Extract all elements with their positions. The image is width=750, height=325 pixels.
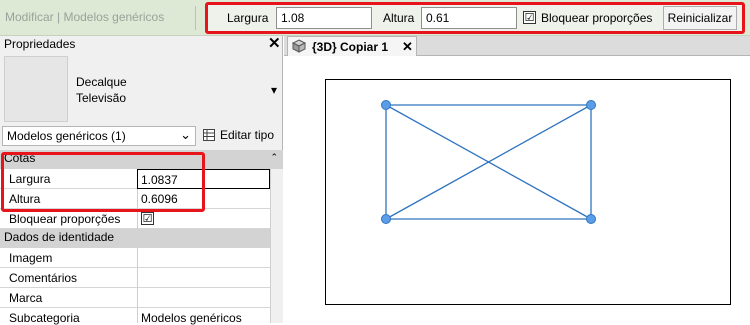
- grip-handle[interactable]: [586, 100, 596, 110]
- decal-geometry[interactable]: [0, 0, 750, 323]
- grip-handle[interactable]: [586, 214, 596, 224]
- grip-handle[interactable]: [381, 100, 391, 110]
- grip-handle[interactable]: [381, 214, 391, 224]
